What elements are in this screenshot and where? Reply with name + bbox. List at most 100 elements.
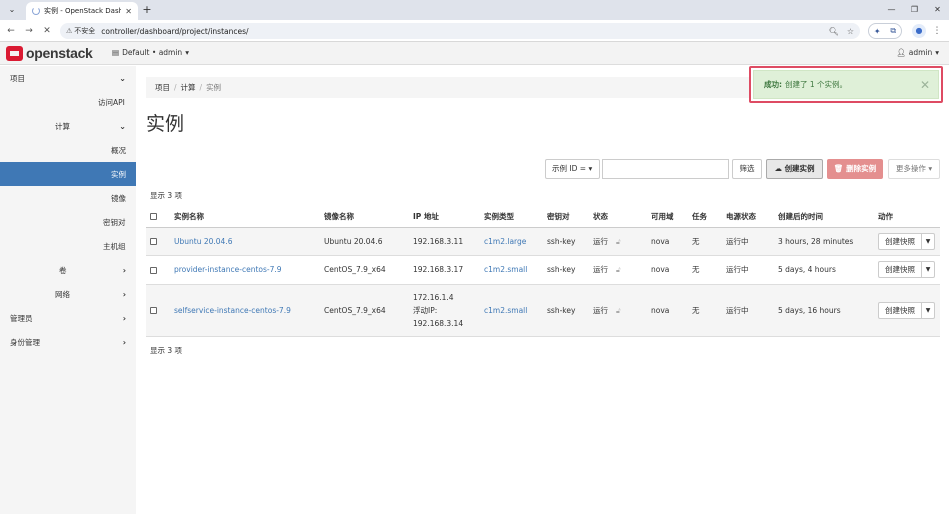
profile-icon[interactable]: ● [912,24,926,38]
sidebar-item-project[interactable]: 项目 ⌄ [0,66,136,90]
actions-cell: 创建快照 ▼ [874,283,940,337]
more-actions-button[interactable]: 更多操作 ▾ [888,159,940,179]
age-cell: 5 days, 4 hours [774,254,874,284]
tab-close-icon[interactable]: ✕ [125,7,132,16]
close-window-icon[interactable]: ✕ [926,0,949,20]
row-checkbox[interactable] [150,266,157,274]
keypair-cell: ssh-key [543,283,589,337]
chevron-right-icon: › [122,337,126,347]
sidebar-item-images[interactable]: 镜像 [0,186,136,210]
sidebar-item-label: 身份管理 [10,337,40,347]
keypair-cell: ssh-key [543,254,589,284]
stop-icon[interactable]: ✕ [40,24,54,38]
sidebar-item-api-access[interactable]: 访问API [0,90,136,114]
sidebar-item-label: 密钥对 [103,217,126,227]
omnibox[interactable]: ⚠ 不安全 controller/dashboard/project/instan… [60,23,860,39]
window-controls: — ❐ ✕ [880,0,949,20]
filter-input[interactable] [602,159,729,179]
ip-cell: 172.16.1.4 浮动IP: 192.168.3.14 [409,283,480,337]
browser-tab[interactable]: 实例 - OpenStack Dashboard ✕ [26,2,138,20]
instance-name-cell: Ubuntu 20.04.6 [170,226,320,255]
back-icon[interactable]: ← [4,24,18,38]
task-cell: 无 [688,283,722,337]
table-row: selfservice-instance-centos-7.9 CentOS_7… [146,283,940,337]
flavor-cell: c1m2.large [480,226,543,255]
loading-spinner-icon [32,7,40,15]
flavor-link[interactable]: c1m2.small [484,265,527,274]
close-icon[interactable]: ✕ [920,78,930,92]
instance-name-link[interactable]: provider-instance-centos-7.9 [174,265,282,274]
age-cell: 3 hours, 28 minutes [774,226,874,255]
status-cell: 运行 🔓︎ [589,226,647,255]
flavor-link[interactable]: c1m2.small [484,306,527,315]
header-ip[interactable]: IP 地址 [409,206,480,228]
breadcrumb-compute[interactable]: 计算 [181,82,196,93]
breadcrumb-separator: / [199,83,203,92]
header-image[interactable]: 镜像名称 [320,206,409,228]
header-age[interactable]: 创建后的时间 [774,206,874,228]
create-snapshot-button[interactable]: 创建快照 [879,302,922,318]
minimize-icon[interactable]: — [880,0,903,20]
toast-body: 成功: 创建了 1 个实例。 ✕ [753,70,939,99]
sidebar-item-admin[interactable]: 管理员 › [0,306,136,330]
sidebar-item-volumes[interactable]: 卷 › [0,258,136,282]
header-task[interactable]: 任务 [688,206,722,228]
address-bar: ← → ✕ ⚠ 不安全 controller/dashboard/project/… [0,20,949,42]
create-snapshot-button[interactable]: 创建快照 [879,233,922,249]
actions-cell: 创建快照 ▼ [874,226,940,255]
header-flavor[interactable]: 实例类型 [480,206,543,228]
sidebar-item-identity[interactable]: 身份管理 › [0,330,136,354]
header-az[interactable]: 可用域 [647,206,688,228]
new-tab-icon[interactable]: + [140,3,154,17]
breadcrumb-project[interactable]: 项目 [155,82,170,93]
row-checkbox[interactable] [150,238,157,245]
user-icon: 👤︎ [896,48,906,57]
header-name[interactable]: 实例名称 [170,206,320,228]
row-actions-caret-icon[interactable]: ▼ [922,262,934,277]
user-menu[interactable]: 👤︎ admin ▾ [896,48,939,57]
delete-instances-button[interactable]: 🗑︎ 删除实例 [827,159,883,179]
tab-search-icon[interactable]: ⌄ [6,4,18,16]
row-actions-caret-icon[interactable]: ▼ [922,234,934,249]
header-status[interactable]: 状态 [589,206,647,228]
task-cell: 无 [688,226,722,255]
project-selector[interactable]: ▤ Default • admin ▾ [112,48,189,57]
instance-name-link[interactable]: Ubuntu 20.04.6 [174,237,232,246]
filter-button[interactable]: 筛选 [732,159,762,179]
zoom-icon[interactable]: 🔍︎ [829,27,839,36]
url-text[interactable]: controller/dashboard/project/instances/ [101,27,820,36]
row-actions-caret-icon[interactable]: ▼ [922,303,934,318]
table-header-row: 实例名称 镜像名称 IP 地址 实例类型 密钥对 状态 可用域 任务 电源状态 … [146,206,940,228]
ip-cell: 192.168.3.11 [409,226,480,255]
openstack-logo[interactable]: openstack [6,45,93,61]
restore-icon[interactable]: ❐ [903,0,926,20]
sidebar-item-server-groups[interactable]: 主机组 [0,234,136,258]
row-action-group: 创建快照 ▼ [878,261,935,278]
sidebar-item-network[interactable]: 网络 › [0,282,136,306]
create-snapshot-button[interactable]: 创建快照 [879,262,922,277]
extension-icon[interactable]: ✦ [874,27,881,36]
power-cell: 运行中 [722,254,774,284]
insecure-badge[interactable]: ⚠ 不安全 [66,26,95,36]
sidebar-item-overview[interactable]: 概况 [0,138,136,162]
image-cell: Ubuntu 20.04.6 [320,226,409,255]
filter-field-select[interactable]: 示例 ID = ▾ [545,159,600,179]
chevron-right-icon: › [122,313,126,323]
header-keypair[interactable]: 密钥对 [543,206,589,228]
keypair-cell: ssh-key [543,226,589,255]
forward-icon[interactable]: → [22,24,36,38]
breadcrumb-separator: / [174,83,177,92]
sidebar-item-key-pairs[interactable]: 密钥对 [0,210,136,234]
row-checkbox[interactable] [150,307,157,314]
sidebar-item-compute[interactable]: 计算 ⌄ [0,114,136,138]
bookmark-star-icon[interactable]: ☆ [847,27,854,36]
flavor-link[interactable]: c1m2.large [484,237,526,246]
puzzle-icon[interactable]: ⧉ [890,26,896,36]
browser-menu-icon[interactable]: ⋮ [932,24,942,38]
header-power[interactable]: 电源状态 [722,206,774,228]
instance-name-link[interactable]: selfservice-instance-centos-7.9 [174,306,291,315]
launch-instance-button[interactable]: ☁ 创建实例 [766,159,823,179]
project-icon: ▤ [112,48,120,57]
select-all-checkbox[interactable] [150,213,157,221]
sidebar-item-instances[interactable]: 实例 [0,162,136,186]
